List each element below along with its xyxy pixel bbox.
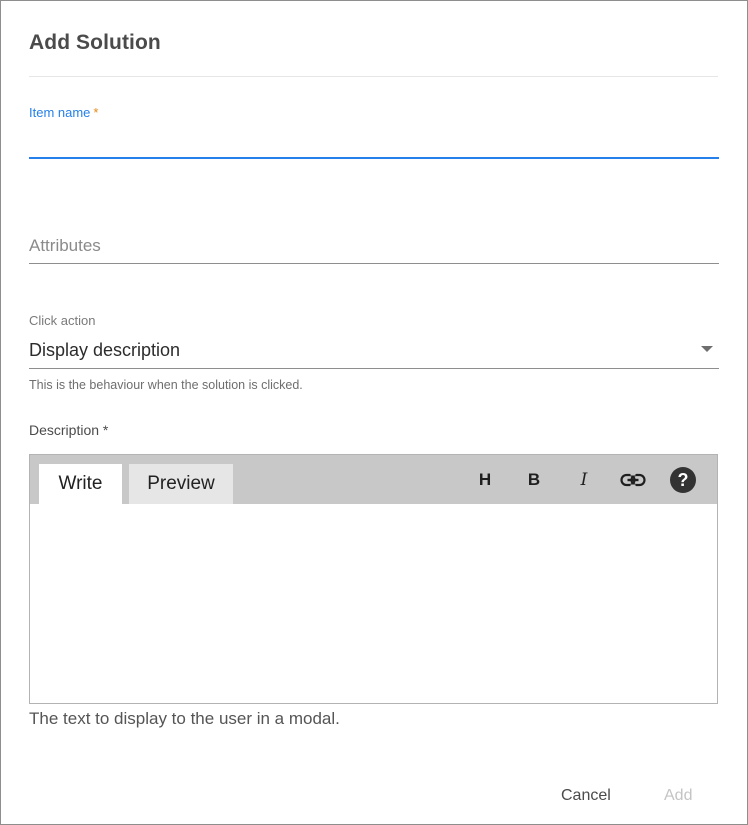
cancel-button[interactable]: Cancel [561,787,611,805]
click-action-value: Display description [29,340,181,360]
dialog-title: Add Solution [29,31,161,54]
description-label: Description * [29,422,109,438]
italic-button[interactable]: I [570,466,598,494]
heading-button[interactable]: H [471,466,499,494]
chevron-down-icon[interactable] [701,346,713,352]
click-action-label: Click action [29,313,96,328]
required-indicator: * [93,105,99,120]
description-textarea[interactable] [30,504,717,703]
markdown-help-button[interactable]: ? [669,466,697,494]
tab-preview[interactable]: Preview [129,464,233,504]
editor-toolbar: Write Preview H B I ? [30,455,717,504]
attributes-input[interactable] [29,229,719,264]
link-button[interactable] [619,466,647,494]
title-divider [29,76,718,77]
item-name-label: Item name * [29,105,98,120]
markdown-editor: Write Preview H B I ? [29,454,718,704]
click-action-help-text: This is the behaviour when the solution … [29,378,303,392]
bold-button[interactable]: B [520,466,548,494]
item-name-input[interactable] [29,121,719,159]
tab-write[interactable]: Write [39,464,122,504]
click-action-select[interactable]: Display description [29,333,719,369]
link-icon [620,473,646,487]
item-name-label-text: Item name [29,105,91,120]
add-solution-dialog: Add Solution Item name* Click action Dis… [0,0,748,825]
help-icon: ? [670,467,696,493]
add-button[interactable]: Add [664,787,692,805]
description-help-text: The text to display to the user in a mod… [29,709,340,728]
